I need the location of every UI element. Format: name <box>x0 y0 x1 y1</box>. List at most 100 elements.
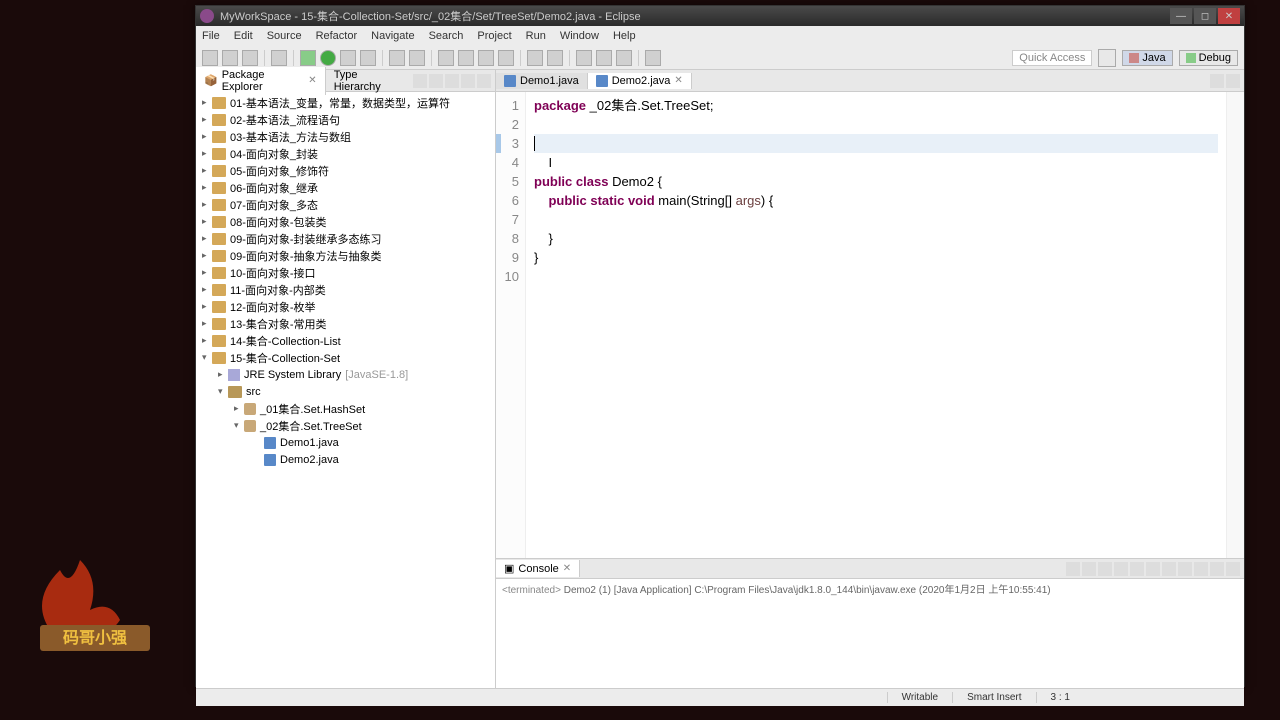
overview-ruler[interactable] <box>1226 92 1244 558</box>
type-hierarchy-tab[interactable]: Type Hierarchy <box>326 67 413 95</box>
src-folder-item[interactable]: ▾src <box>196 383 495 400</box>
open-type-button[interactable] <box>271 50 287 66</box>
clear-console-icon[interactable] <box>1114 562 1128 576</box>
maximize-view-icon[interactable] <box>477 74 491 88</box>
pin-button[interactable] <box>645 50 661 66</box>
save-button[interactable] <box>222 50 238 66</box>
project-item[interactable]: ▸11-面向对象-内部类 <box>196 281 495 298</box>
new-class-button[interactable] <box>389 50 405 66</box>
project-icon <box>212 148 226 160</box>
menu-search[interactable]: Search <box>429 30 464 42</box>
package-explorer-tab[interactable]: 📦 Package Explorer ✕ <box>196 67 326 95</box>
project-item[interactable]: ▸03-基本语法_方法与数组 <box>196 128 495 145</box>
project-item[interactable]: ▸02-基本语法_流程语句 <box>196 111 495 128</box>
window-title: MyWorkSpace - 15-集合-Collection-Set/src/_… <box>220 8 1170 24</box>
menu-navigate[interactable]: Navigate <box>371 30 414 42</box>
menu-window[interactable]: Window <box>560 30 599 42</box>
project-item[interactable]: ▸05-面向对象_修饰符 <box>196 162 495 179</box>
menu-file[interactable]: File <box>202 30 220 42</box>
titlebar[interactable]: MyWorkSpace - 15-集合-Collection-Set/src/_… <box>196 6 1244 26</box>
code-content[interactable]: package _02集合.Set.TreeSet; I public clas… <box>526 92 1226 558</box>
java-file-item[interactable]: Demo1.java <box>196 434 495 451</box>
menu-help[interactable]: Help <box>613 30 636 42</box>
debug-button[interactable] <box>300 50 316 66</box>
minimize-button[interactable]: — <box>1170 8 1192 24</box>
project-item[interactable]: ▸13-集合对象-常用类 <box>196 315 495 332</box>
search-button[interactable] <box>438 50 454 66</box>
toggle-block-button[interactable] <box>478 50 494 66</box>
menubar: File Edit Source Refactor Navigate Searc… <box>196 26 1244 46</box>
new-button[interactable] <box>202 50 218 66</box>
debug-perspective[interactable]: Debug <box>1179 50 1238 66</box>
run-button[interactable] <box>320 50 336 66</box>
last-edit-button[interactable] <box>576 50 592 66</box>
menu-edit[interactable]: Edit <box>234 30 253 42</box>
word-wrap-icon[interactable] <box>1146 562 1160 576</box>
separator <box>569 50 570 66</box>
open-console-icon[interactable] <box>1194 562 1208 576</box>
project-icon <box>212 182 226 194</box>
link-editor-icon[interactable] <box>429 74 443 88</box>
project-item[interactable]: ▸10-面向对象-接口 <box>196 264 495 281</box>
close-button[interactable]: ✕ <box>1218 8 1240 24</box>
pin-console-icon[interactable] <box>1162 562 1176 576</box>
close-icon[interactable]: ✕ <box>563 563 571 574</box>
project-item[interactable]: ▸09-面向对象-抽象方法与抽象类 <box>196 247 495 264</box>
package-item-open[interactable]: ▾_02集合.Set.TreeSet <box>196 417 495 434</box>
ext-tools-button[interactable] <box>360 50 376 66</box>
project-icon <box>212 97 226 109</box>
project-item-open[interactable]: ▾15-集合-Collection-Set <box>196 349 495 366</box>
open-perspective-button[interactable] <box>1098 49 1116 67</box>
show-whitespace-button[interactable] <box>498 50 514 66</box>
maximize-button[interactable]: ◻ <box>1194 8 1216 24</box>
annotation-next-button[interactable] <box>547 50 563 66</box>
collapse-all-icon[interactable] <box>413 74 427 88</box>
toggle-mark-button[interactable] <box>458 50 474 66</box>
project-item[interactable]: ▸09-面向对象-封装继承多态练习 <box>196 230 495 247</box>
java-perspective[interactable]: Java <box>1122 50 1172 66</box>
menu-refactor[interactable]: Refactor <box>316 30 358 42</box>
minimize-view-icon[interactable] <box>461 74 475 88</box>
editor-tab-demo2[interactable]: Demo2.java ✕ <box>588 73 692 89</box>
line-gutter[interactable]: 12345678910 <box>496 92 526 558</box>
java-file-item[interactable]: Demo2.java <box>196 451 495 468</box>
quick-access[interactable]: Quick Access <box>1012 50 1092 66</box>
back-button[interactable] <box>596 50 612 66</box>
console-process-status: <terminated> Demo2 (1) [Java Application… <box>496 579 1244 598</box>
remove-all-icon[interactable] <box>1098 562 1112 576</box>
annotation-prev-button[interactable] <box>527 50 543 66</box>
project-item[interactable]: ▸07-面向对象_多态 <box>196 196 495 213</box>
project-item[interactable]: ▸14-集合-Collection-List <box>196 332 495 349</box>
maximize-editor-icon[interactable] <box>1226 74 1240 88</box>
terminate-icon[interactable] <box>1066 562 1080 576</box>
scroll-lock-icon[interactable] <box>1130 562 1144 576</box>
close-icon[interactable]: ✕ <box>674 75 682 86</box>
maximize-console-icon[interactable] <box>1226 562 1240 576</box>
code-editor[interactable]: 12345678910 package _02集合.Set.TreeSet; I… <box>496 92 1244 558</box>
project-item[interactable]: ▸01-基本语法_变量，常量，数据类型，运算符 <box>196 94 495 111</box>
project-item[interactable]: ▸06-面向对象_继承 <box>196 179 495 196</box>
jre-library-item[interactable]: ▸JRE System Library[JavaSE-1.8] <box>196 366 495 383</box>
remove-launch-icon[interactable] <box>1082 562 1096 576</box>
display-console-icon[interactable] <box>1178 562 1192 576</box>
view-menu-icon[interactable] <box>445 74 459 88</box>
forward-button[interactable] <box>616 50 632 66</box>
console-output[interactable] <box>496 598 1244 688</box>
menu-source[interactable]: Source <box>267 30 302 42</box>
project-item[interactable]: ▸04-面向对象_封装 <box>196 145 495 162</box>
project-item[interactable]: ▸12-面向对象-枚举 <box>196 298 495 315</box>
coverage-button[interactable] <box>340 50 356 66</box>
new-package-button[interactable] <box>409 50 425 66</box>
save-all-button[interactable] <box>242 50 258 66</box>
console-view: ▣ Console ✕ <box>496 558 1244 688</box>
package-item[interactable]: ▸_01集合.Set.HashSet <box>196 400 495 417</box>
menu-project[interactable]: Project <box>477 30 511 42</box>
menu-run[interactable]: Run <box>526 30 546 42</box>
console-tab[interactable]: ▣ Console ✕ <box>496 560 580 577</box>
editor-tab-demo1[interactable]: Demo1.java <box>496 73 588 89</box>
minimize-editor-icon[interactable] <box>1210 74 1224 88</box>
project-tree[interactable]: ▸01-基本语法_变量，常量，数据类型，运算符 ▸02-基本语法_流程语句 ▸0… <box>196 92 495 688</box>
close-icon[interactable]: ✕ <box>308 75 316 86</box>
project-item[interactable]: ▸08-面向对象-包装类 <box>196 213 495 230</box>
minimize-console-icon[interactable] <box>1210 562 1224 576</box>
